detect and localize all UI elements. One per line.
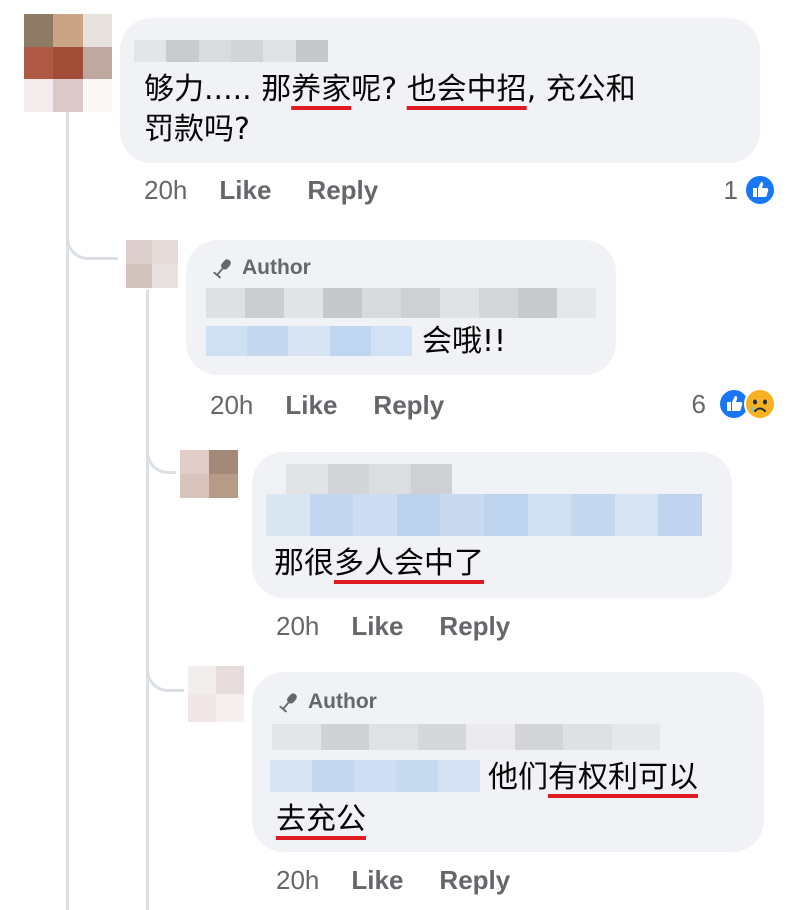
timestamp[interactable]: 20h [276,865,319,896]
redacted-text [270,760,480,792]
redacted-text [206,326,413,356]
microphone-icon [279,693,297,713]
reply-button[interactable]: Reply [439,865,510,896]
comment-text-line2: 罚款吗? [144,112,250,147]
comment-actions: 20h Like Reply [144,175,414,206]
comment-bubble: Author 会哦!! [186,240,616,375]
avatar[interactable] [188,666,244,722]
like-button[interactable]: Like [351,865,403,896]
thread-elbow [66,205,118,260]
timestamp[interactable]: 20h [210,390,253,421]
redacted-text [266,494,702,536]
comment-text: 他们有权利可以 [488,760,698,795]
comment-actions: 20h Like Reply [210,390,480,421]
comment-text: 会哦!! [422,324,507,359]
avatar[interactable] [126,240,178,288]
avatar[interactable] [24,14,112,112]
author-badge: Author [212,256,311,280]
reaction-count: 1 [723,174,738,205]
comment-text: 那很多人会中了 [274,546,484,581]
sad-icon [744,388,776,420]
author-name-redacted[interactable] [134,40,328,62]
comment-bubble: 够力..... 那养家呢? 也会中招, 充公和 罚款吗? [120,18,760,163]
comment-text-line2: 去充公 [276,802,366,837]
reactions[interactable]: 6 [692,388,776,420]
timestamp[interactable]: 20h [276,611,319,642]
microphone-icon [213,259,231,279]
like-icon [744,174,776,206]
timestamp[interactable]: 20h [144,175,187,206]
like-button[interactable]: Like [219,175,271,206]
author-badge: Author [278,690,377,714]
thread-elbow [146,420,176,474]
author-name-redacted[interactable] [206,288,596,318]
reply-button[interactable]: Reply [439,611,510,642]
comment-text: 够力..... 那养家呢? 也会中招, 充公和 [144,72,636,107]
reply-button[interactable]: Reply [373,390,444,421]
reactions[interactable]: 1 [724,174,776,206]
like-button[interactable]: Like [285,390,337,421]
author-name-redacted[interactable] [286,464,452,494]
author-name-redacted[interactable] [272,724,660,750]
comment-bubble: Author 他们有权利可以 去充公 [252,672,764,852]
comment-bubble: 那很多人会中了 [252,452,732,598]
reaction-count: 6 [691,388,706,419]
like-button[interactable]: Like [351,611,403,642]
avatar[interactable] [180,450,238,498]
thread-line-nested [146,290,149,910]
thread-elbow [146,630,184,692]
comment-actions: 20h Like Reply [276,865,546,896]
comment-actions: 20h Like Reply [276,611,546,642]
reply-button[interactable]: Reply [307,175,378,206]
